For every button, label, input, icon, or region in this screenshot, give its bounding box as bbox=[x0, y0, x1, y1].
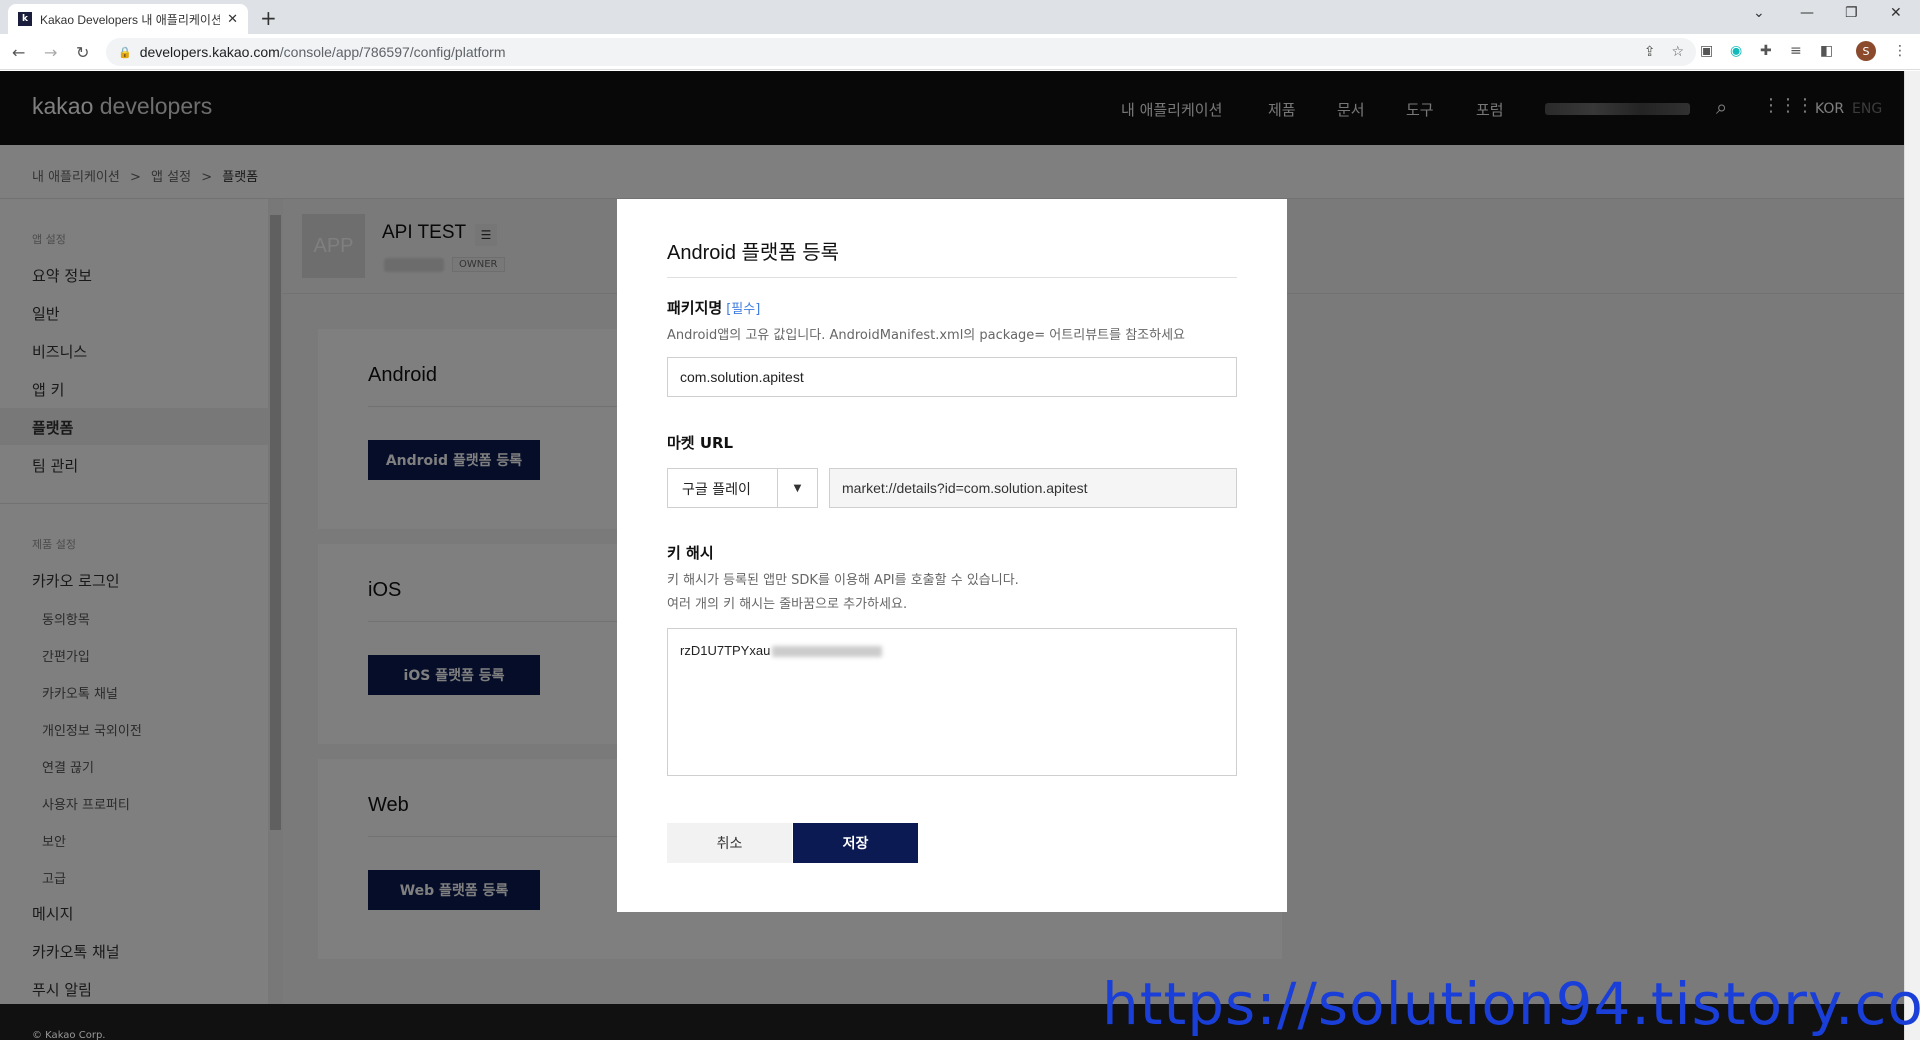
copyright: © Kakao Corp. bbox=[32, 1030, 106, 1040]
tab-close-icon[interactable]: ✕ bbox=[227, 12, 238, 27]
chevron-down-icon[interactable]: ▼ bbox=[777, 469, 817, 507]
package-name-input[interactable]: com.solution.apitest bbox=[667, 357, 1237, 397]
key-hash-description: 여러 개의 키 해시는 줄바꿈으로 추가하세요. bbox=[667, 597, 908, 612]
tab-search-icon[interactable]: ⌄ bbox=[1753, 5, 1765, 21]
modal-title: Android 플랫폼 등록 bbox=[667, 242, 840, 264]
key-hash-textarea[interactable]: rzD1U7TPYxau bbox=[667, 628, 1237, 776]
back-icon[interactable]: ← bbox=[12, 43, 25, 62]
puzzle-icon[interactable]: ✚ bbox=[1760, 43, 1772, 59]
forward-icon[interactable]: → bbox=[44, 43, 57, 62]
new-tab-icon[interactable]: + bbox=[260, 6, 277, 30]
url-text: developers.kakao.com/console/app/786597/… bbox=[139, 44, 506, 60]
side-panel-icon[interactable]: ◧ bbox=[1820, 43, 1833, 59]
browser-menu-icon[interactable]: ⋮ bbox=[1893, 43, 1907, 59]
tab-title: Kakao Developers 내 애플리케이션 bbox=[40, 12, 220, 27]
package-label: 패키지명 [필수] bbox=[667, 299, 761, 317]
reload-icon[interactable]: ↻ bbox=[76, 43, 89, 62]
minimize-icon[interactable]: — bbox=[1800, 5, 1814, 21]
market-url-input[interactable]: market://details?id=com.solution.apitest bbox=[829, 468, 1237, 508]
package-description: Android앱의 고유 값입니다. AndroidManifest.xml의 … bbox=[667, 328, 1186, 343]
key-hash-description: 키 해시가 등록된 앱만 SDK를 이용해 API를 호출할 수 있습니다. bbox=[667, 573, 1019, 588]
key-hash-value: rzD1U7TPYxau bbox=[680, 643, 771, 658]
market-url-label: 마켓 URL bbox=[667, 434, 734, 452]
url-bar[interactable]: 🔒 developers.kakao.com/console/app/78659… bbox=[106, 38, 1696, 66]
bookmark-star-icon[interactable]: ☆ bbox=[1671, 44, 1684, 60]
watermark: https://solution94.tistory.com/ bbox=[1102, 970, 1920, 1038]
page-scrollbar[interactable] bbox=[1904, 71, 1920, 1040]
divider bbox=[667, 277, 1237, 278]
cancel-button[interactable]: 취소 bbox=[667, 823, 792, 863]
android-platform-modal: Android 플랫폼 등록 패키지명 [필수] Android앱의 고유 값입니… bbox=[617, 199, 1287, 912]
extension-icon[interactable]: ◉ bbox=[1730, 43, 1742, 59]
extension-icon[interactable]: ▣ bbox=[1700, 43, 1713, 59]
save-button[interactable]: 저장 bbox=[793, 823, 918, 863]
share-icon[interactable]: ⇪ bbox=[1644, 44, 1656, 60]
kakao-favicon-icon: k bbox=[18, 12, 32, 26]
browser-tab-bar: k Kakao Developers 내 애플리케이션 ✕ + ⌄ — ❐ ✕ bbox=[0, 0, 1920, 34]
reading-list-icon[interactable]: ≡ bbox=[1790, 43, 1802, 59]
address-toolbar: ← → ↻ 🔒 developers.kakao.com/console/app… bbox=[0, 34, 1920, 70]
market-store-select[interactable]: 구글 플레이 ▼ bbox=[667, 468, 818, 508]
required-tag: [필수] bbox=[726, 302, 761, 317]
restore-icon[interactable]: ❐ bbox=[1845, 5, 1858, 21]
profile-avatar[interactable]: S bbox=[1856, 41, 1876, 61]
lock-icon: 🔒 bbox=[118, 45, 132, 59]
browser-tab[interactable]: k Kakao Developers 내 애플리케이션 ✕ bbox=[8, 4, 248, 34]
blurred-key-hash bbox=[772, 646, 883, 658]
key-hash-label: 키 해시 bbox=[667, 544, 714, 562]
window-close-icon[interactable]: ✕ bbox=[1890, 5, 1902, 21]
market-store-value: 구글 플레이 bbox=[682, 482, 751, 498]
